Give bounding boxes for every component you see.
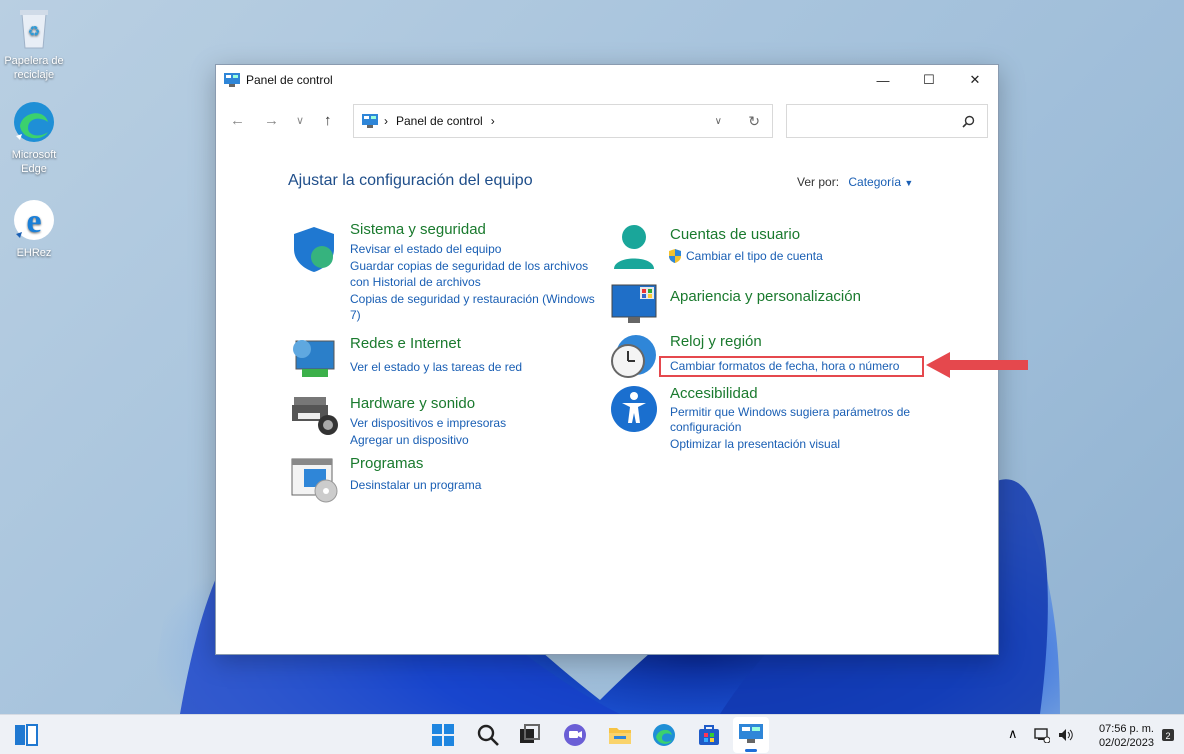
category-title[interactable]: Sistema y seguridad — [350, 221, 486, 238]
breadcrumb-separator-icon: › — [490, 114, 495, 128]
link-windows-suggest[interactable]: Permitir que Windows sugiera parámetros … — [670, 404, 910, 420]
network-icon — [293, 340, 335, 377]
desktop-icon-label: Papelera de reciclaje — [4, 55, 64, 81]
view-by-dropdown[interactable]: Categoría ▼ — [848, 175, 913, 189]
category-title[interactable]: Programas — [350, 455, 423, 472]
window-title: Panel de control — [246, 73, 333, 87]
clock-date: 02/02/2023 — [1098, 737, 1154, 749]
breadcrumb[interactable]: Panel de control — [396, 114, 483, 128]
network-status-icon[interactable] — [1034, 727, 1050, 743]
link-file-history[interactable]: Guardar copias de seguridad de los archi… — [350, 258, 588, 274]
control-panel-window: Panel de control — ☐ ✕ ← → ∨ ↑ › Panel d… — [215, 64, 1028, 655]
category-title[interactable]: Accesibilidad — [670, 385, 758, 402]
link-windows-suggest-cont[interactable]: configuración — [670, 419, 741, 435]
search-icon — [962, 115, 975, 128]
file-explorer-icon[interactable] — [608, 723, 632, 747]
category-title[interactable]: Apariencia y personalización — [670, 288, 861, 305]
edge-icon — [10, 98, 58, 146]
edge-icon[interactable] — [652, 723, 676, 747]
desktop-icon-label: Microsoft Edge — [11, 149, 57, 175]
desktop-icon-label: EHRez — [16, 247, 52, 259]
control-panel-icon — [224, 73, 240, 87]
category-title[interactable]: Redes e Internet — [350, 335, 461, 352]
link-change-account-type[interactable]: Cambiar el tipo de cuenta — [686, 248, 823, 264]
minimize-button[interactable]: — — [860, 65, 906, 95]
category-title[interactable]: Cuentas de usuario — [670, 226, 800, 243]
highlight-box — [659, 356, 924, 377]
desktop-icon-recycle-bin[interactable]: ♻ Papelera de reciclaje — [0, 4, 68, 82]
view-by: Ver por: Categoría ▼ — [797, 175, 913, 189]
link-backup-restore[interactable]: Copias de seguridad y restauración (Wind… — [350, 291, 595, 307]
page-title: Ajustar la configuración del equipo — [288, 172, 533, 189]
category-title[interactable]: Hardware y sonido — [350, 395, 475, 412]
view-by-value: Categoría — [848, 175, 902, 189]
system-clock[interactable]: 07:56 p. m. 02/02/2023 — [1099, 722, 1154, 750]
link-backup-restore-cont[interactable]: 7) — [350, 307, 361, 323]
accessibility-icon — [611, 386, 657, 432]
link-devices-printers[interactable]: Ver dispositivos e impresoras — [350, 415, 506, 431]
uac-shield-icon — [669, 249, 681, 263]
task-view-icon[interactable] — [518, 723, 542, 747]
widgets-icon[interactable] — [14, 723, 38, 747]
link-review-status[interactable]: Revisar el estado del equipo — [350, 241, 501, 257]
link-uninstall-program[interactable]: Desinstalar un programa — [350, 477, 481, 493]
control-panel-icon — [362, 114, 378, 128]
category-hardware-sound: Hardware y sonido Ver dispositivos e imp… — [290, 389, 590, 449]
category-accessibility: Accesibilidad Permitir que Windows sugie… — [610, 385, 910, 455]
maximize-button[interactable]: ☐ — [906, 65, 952, 95]
back-arrow-icon[interactable]: ← — [230, 112, 245, 129]
chevron-up-icon[interactable]: ∧ — [1008, 726, 1018, 742]
start-icon[interactable] — [431, 723, 455, 747]
category-network: Redes e Internet Ver el estado y las tar… — [290, 335, 590, 385]
link-optimize-display[interactable]: Optimizar la presentación visual — [670, 436, 840, 452]
view-by-label: Ver por: — [797, 175, 840, 189]
search-input[interactable] — [786, 104, 988, 138]
close-button[interactable]: ✕ — [952, 65, 998, 95]
navigation-bar: ← → ∨ ↑ › Panel de control › ∨ ↻ — [216, 104, 998, 138]
link-add-device[interactable]: Agregar un dispositivo — [350, 432, 469, 448]
desktop-icon-edge[interactable]: Microsoft Edge — [0, 98, 68, 176]
dropdown-triangle-icon: ▼ — [904, 178, 914, 188]
taskbar-active-app[interactable] — [733, 717, 769, 753]
volume-icon[interactable] — [1058, 727, 1074, 743]
ie-icon: e — [10, 196, 58, 244]
notification-icon[interactable]: 2 — [1161, 728, 1175, 742]
refresh-icon[interactable]: ↻ — [748, 113, 760, 130]
svg-text:2: 2 — [1165, 731, 1170, 741]
category-title[interactable]: Reloj y región — [670, 333, 762, 350]
store-icon[interactable] — [697, 723, 721, 747]
address-dropdown-icon[interactable]: ∨ — [715, 116, 722, 127]
pointer-arrow-icon — [926, 352, 1028, 378]
category-programs: Programas Desinstalar un programa — [290, 455, 590, 505]
category-system-security: Sistema y seguridad Revisar el estado de… — [290, 221, 595, 335]
clock-globe-icon — [611, 335, 656, 378]
breadcrumb-separator-icon: › — [384, 114, 388, 128]
link-file-history-cont[interactable]: con Historial de archivos — [350, 274, 481, 290]
user-icon — [614, 225, 654, 269]
recycle-bin-icon: ♻ — [10, 4, 58, 52]
link-network-status[interactable]: Ver el estado y las tareas de red — [350, 359, 522, 375]
shield-icon — [294, 227, 334, 272]
monitor-icon — [611, 284, 657, 323]
chat-icon[interactable] — [563, 723, 587, 747]
recent-chevron-icon[interactable]: ∨ — [296, 114, 304, 127]
svg-text:e: e — [26, 203, 41, 240]
printer-icon — [292, 397, 338, 435]
search-icon[interactable] — [476, 723, 500, 747]
forward-arrow-icon[interactable]: → — [264, 112, 279, 129]
programs-icon — [291, 458, 338, 503]
clock-time: 07:56 p. m. — [1098, 723, 1154, 735]
up-arrow-icon[interactable]: ↑ — [324, 112, 332, 129]
title-bar[interactable]: Panel de control — ☐ ✕ — [216, 65, 998, 95]
control-panel-icon — [739, 724, 763, 743]
desktop-icon-ehrez[interactable]: e EHRez — [0, 196, 68, 260]
svg-text:♻: ♻ — [28, 23, 41, 39]
taskbar: ∧ 07:56 p. m. 02/02/2023 2 — [0, 714, 1184, 754]
address-bar[interactable]: › Panel de control › ∨ ↻ — [353, 104, 773, 138]
active-indicator — [745, 749, 757, 752]
category-appearance: Apariencia y personalización — [610, 281, 910, 329]
category-user-accounts: Cuentas de usuario Cambiar el tipo de cu… — [610, 223, 910, 273]
